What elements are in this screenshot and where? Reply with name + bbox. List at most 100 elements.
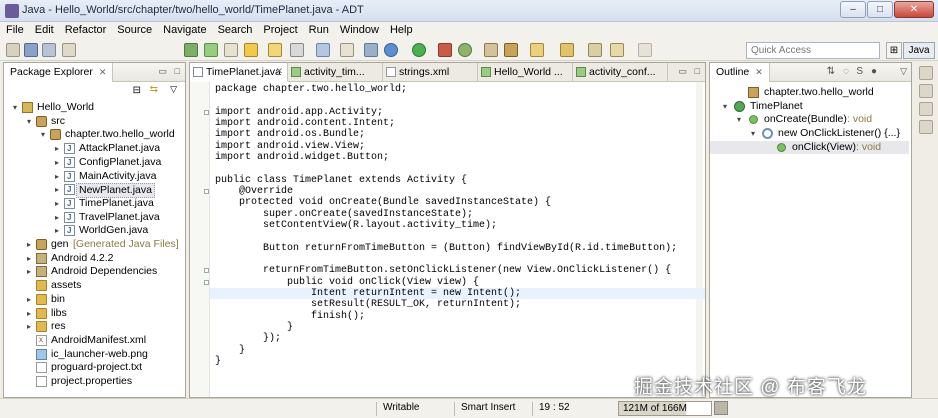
expand-toggle-icon[interactable]: ▾ <box>720 100 730 113</box>
fold-toggle-icon[interactable] <box>204 188 209 194</box>
collapse-all-icon[interactable]: ⊟ <box>133 85 141 96</box>
expand-toggle-icon[interactable]: ▸ <box>24 238 34 251</box>
hide-static-icon[interactable]: S <box>856 66 863 77</box>
menu-refactor[interactable]: Refactor <box>59 22 112 36</box>
expand-toggle-icon[interactable] <box>24 334 34 347</box>
new-android-project-icon[interactable] <box>244 43 258 57</box>
expand-toggle-icon[interactable] <box>24 348 34 361</box>
minimize-icon[interactable]: ▭ <box>678 66 687 77</box>
expand-toggle-icon[interactable]: ▸ <box>24 307 34 320</box>
coverage-icon[interactable] <box>458 43 472 57</box>
maximize-icon[interactable]: □ <box>175 66 180 76</box>
maximize-icon[interactable]: □ <box>695 66 700 76</box>
debug-icon[interactable] <box>384 43 398 57</box>
external-tools-icon[interactable] <box>438 43 452 57</box>
lint-icon[interactable] <box>224 43 238 57</box>
minimize-button[interactable]: – <box>840 1 866 18</box>
overview-ruler[interactable] <box>696 82 703 397</box>
problems-icon[interactable] <box>918 102 933 116</box>
view-menu-icon[interactable]: ▽ <box>900 66 907 77</box>
expand-toggle-icon[interactable]: ▾ <box>24 115 34 128</box>
menu-edit[interactable]: Edit <box>29 22 59 36</box>
close-icon[interactable]: ✕ <box>275 66 283 77</box>
expand-toggle-icon[interactable]: ▸ <box>24 293 34 306</box>
expand-toggle-icon[interactable]: ▸ <box>52 183 62 196</box>
run-icon[interactable] <box>412 43 426 57</box>
new-xml-icon[interactable] <box>268 43 282 57</box>
outline-item[interactable]: onClick(View) : void <box>710 140 909 154</box>
expand-toggle-icon[interactable]: ▸ <box>52 170 62 183</box>
link-with-editor-icon[interactable]: ⇆ <box>150 84 158 95</box>
menu-search[interactable]: Search <box>212 22 258 36</box>
menu-navigate[interactable]: Navigate <box>157 22 211 36</box>
menu-file[interactable]: File <box>0 22 29 36</box>
expand-toggle-icon[interactable] <box>24 361 34 374</box>
new-icon[interactable] <box>6 43 20 57</box>
expand-toggle-icon[interactable]: ▸ <box>52 142 62 155</box>
close-icon[interactable]: ✕ <box>99 67 107 77</box>
javadoc-icon[interactable] <box>918 120 933 134</box>
menu-run[interactable]: Run <box>303 22 334 36</box>
open-type-icon[interactable] <box>316 43 330 57</box>
annotation-icon[interactable] <box>588 43 602 57</box>
expand-toggle-icon[interactable]: ▸ <box>24 265 34 278</box>
heap-status[interactable]: 121M of 166M <box>618 401 712 416</box>
tab-activity-time[interactable]: activity_tim... <box>288 63 383 82</box>
task-list-icon[interactable] <box>918 84 933 98</box>
fold-toggle-icon[interactable] <box>204 109 209 115</box>
expand-toggle-icon[interactable]: ▸ <box>52 211 62 224</box>
fold-toggle-icon[interactable] <box>204 268 209 274</box>
avd-manager-icon[interactable] <box>204 43 218 57</box>
expand-toggle-icon[interactable]: ▸ <box>24 320 34 333</box>
back-icon[interactable] <box>610 43 624 57</box>
menu-source[interactable]: Source <box>111 22 157 36</box>
expand-toggle-icon[interactable]: ▾ <box>734 113 744 126</box>
tab-activity-config[interactable]: activity_conf... <box>573 63 668 82</box>
expand-toggle-icon[interactable]: ▾ <box>10 101 20 114</box>
sort-icon[interactable]: ⇅ <box>827 66 835 77</box>
toggle-icon[interactable] <box>340 43 354 57</box>
save-icon[interactable] <box>24 43 38 57</box>
close-button[interactable]: ✕ <box>894 1 934 18</box>
expand-toggle-icon[interactable]: ▾ <box>38 128 48 141</box>
expand-toggle-icon[interactable]: ▸ <box>52 224 62 237</box>
print-icon[interactable] <box>62 43 76 57</box>
tab-timeplanet-java[interactable]: TimePlanet.java ✕ <box>190 63 288 82</box>
menu-window[interactable]: Window <box>334 22 384 36</box>
expand-toggle-icon[interactable] <box>24 279 34 292</box>
fold-toggle-icon[interactable] <box>204 279 209 285</box>
save-all-icon[interactable] <box>42 43 56 57</box>
quick-access-input[interactable]: Quick Access <box>746 42 880 59</box>
open-perspective-icon[interactable]: ⊞ <box>886 42 902 59</box>
menu-help[interactable]: Help <box>384 22 418 36</box>
skip-breakpoints-icon[interactable] <box>364 43 378 57</box>
garbage-collect-icon[interactable] <box>714 401 728 415</box>
expand-toggle-icon[interactable] <box>762 141 772 154</box>
close-icon[interactable]: ✕ <box>755 67 763 77</box>
code-editor[interactable]: package chapter.two.hello_world; import a… <box>190 82 705 397</box>
expand-toggle-icon[interactable] <box>734 86 744 99</box>
forward-icon[interactable] <box>638 43 652 57</box>
menu-project[interactable]: Project <box>257 22 302 36</box>
new-java-class-icon[interactable] <box>504 43 518 57</box>
restore-icon[interactable] <box>918 66 933 80</box>
minimize-icon[interactable]: ▭ <box>158 66 167 77</box>
tab-package-explorer[interactable]: Package Explorer ✕ <box>4 63 114 82</box>
tab-hello-world-manifest[interactable]: Hello_World ... <box>478 63 573 82</box>
java-perspective-button[interactable]: Java <box>903 42 935 59</box>
search-icon[interactable] <box>560 43 574 57</box>
hide-fields-icon[interactable]: ◌ <box>843 66 849 77</box>
new-java-package-icon[interactable] <box>484 43 498 57</box>
view-menu-icon[interactable]: ▽ <box>170 84 177 95</box>
hide-nonpublic-icon[interactable]: ● <box>871 66 877 77</box>
expand-toggle-icon[interactable]: ▸ <box>52 156 62 169</box>
tab-strings-xml[interactable]: strings.xml <box>383 63 478 82</box>
expand-toggle-icon[interactable]: ▸ <box>52 197 62 210</box>
open-task-icon[interactable] <box>530 43 544 57</box>
android-sdk-icon[interactable] <box>184 43 198 57</box>
maximize-button[interactable]: □ <box>867 1 893 18</box>
tab-outline[interactable]: Outline ✕ <box>710 63 770 82</box>
expand-toggle-icon[interactable]: ▾ <box>748 127 758 140</box>
checkbox-icon[interactable] <box>290 43 304 57</box>
expand-toggle-icon[interactable] <box>24 375 34 388</box>
